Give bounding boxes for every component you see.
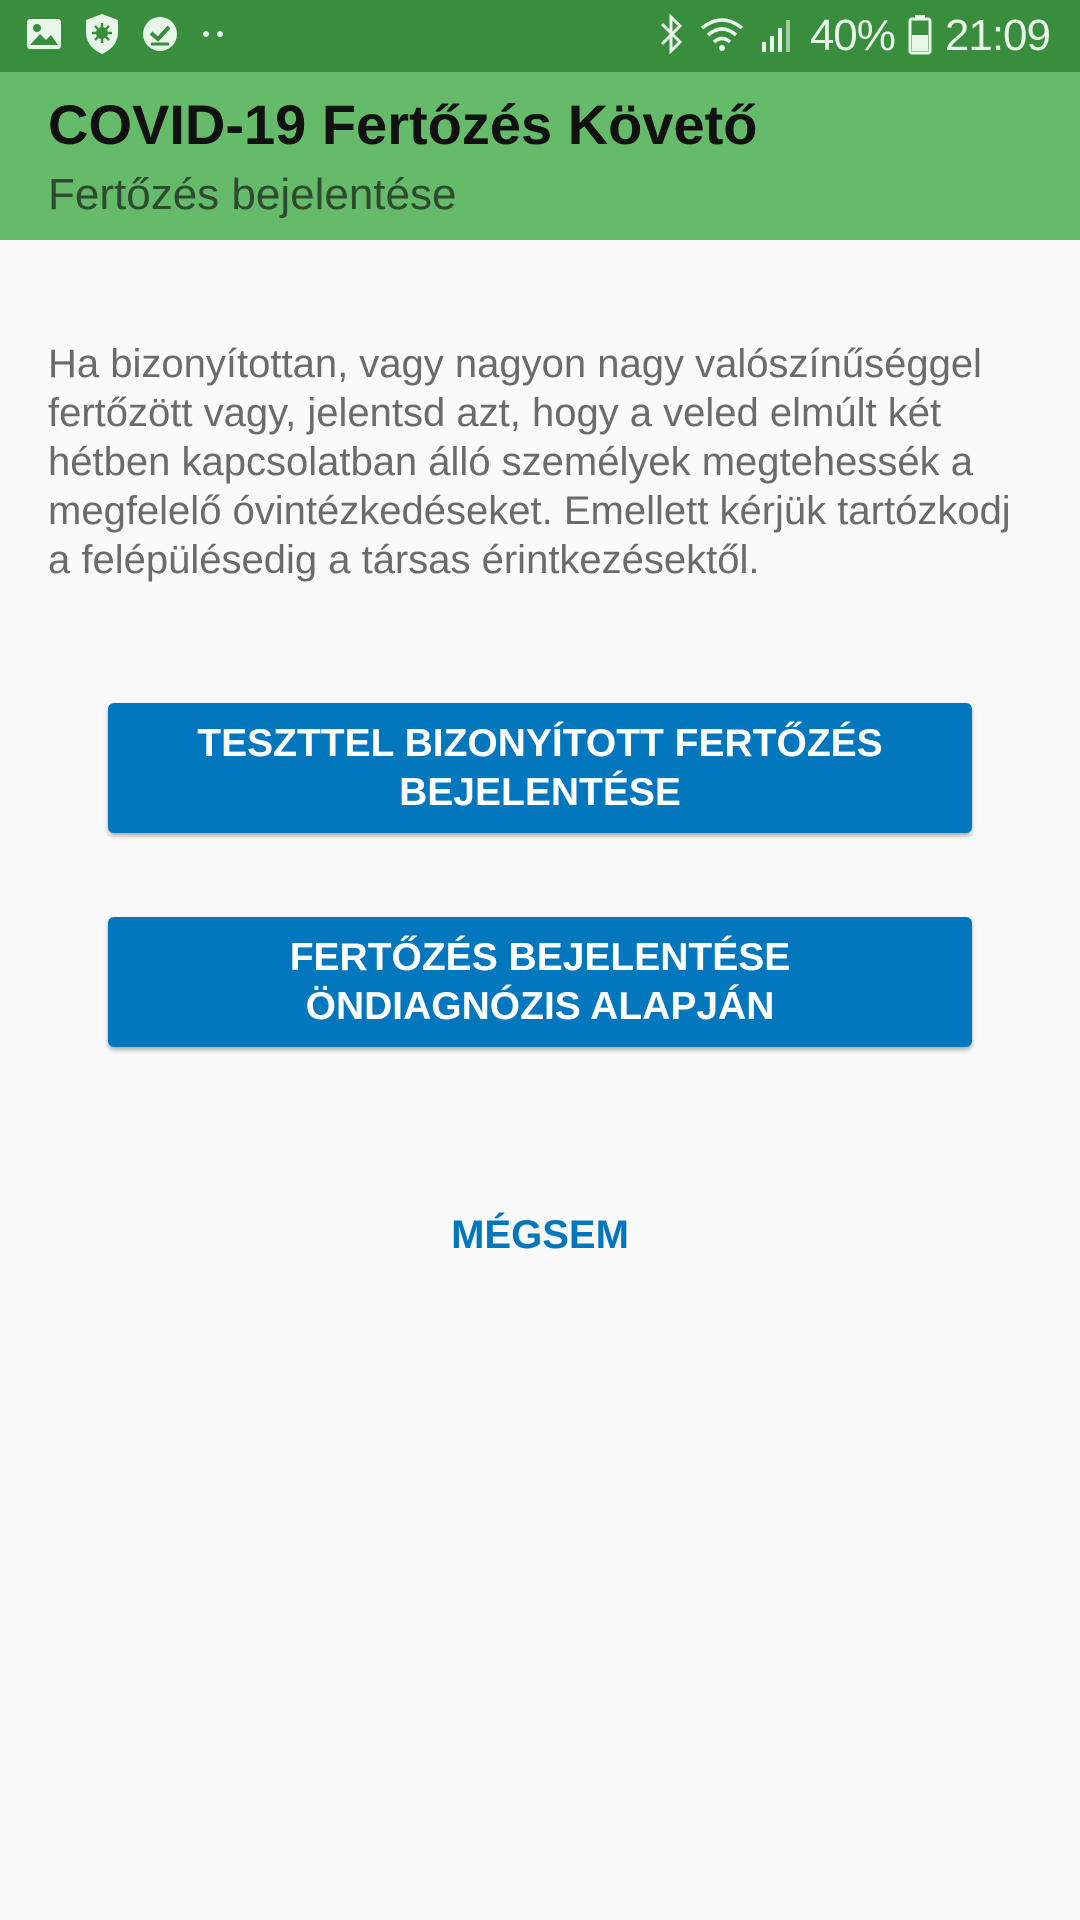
intro-text: Ha bizonyítottan, vagy nagyon nagy valós… <box>48 342 1011 582</box>
cancel-button[interactable]: MÉGSEM <box>390 1200 690 1270</box>
more-dots-icon <box>198 14 228 59</box>
report-self-diagnosis-button[interactable]: FERTŐZÉS BEJELENTÉSE ÖNDIAGNÓZIS ALAPJÁN <box>108 917 972 1047</box>
battery-percent: 40% <box>809 11 896 60</box>
gallery-icon <box>24 14 64 59</box>
clock: 21:09 <box>944 11 1051 60</box>
app-bar: COVID-19 Fertőzés Követő Fertőzés bejele… <box>0 72 1080 240</box>
shield-virus-icon <box>82 12 122 61</box>
app-title: COVID-19 Fertőzés Követő <box>48 93 758 156</box>
check-circle-icon <box>140 14 180 59</box>
screen-subtitle: Fertőzés bejelentése <box>48 169 457 219</box>
status-bar: 40% 21:09 <box>0 0 1080 72</box>
bluetooth-icon <box>656 12 686 61</box>
battery-icon <box>907 12 933 61</box>
report-test-confirmed-button[interactable]: TESZTTEL BIZONYÍTOTT FERTŐZÉS BEJELENTÉS… <box>108 703 972 833</box>
signal-icon <box>758 12 798 61</box>
wifi-icon <box>698 12 746 61</box>
